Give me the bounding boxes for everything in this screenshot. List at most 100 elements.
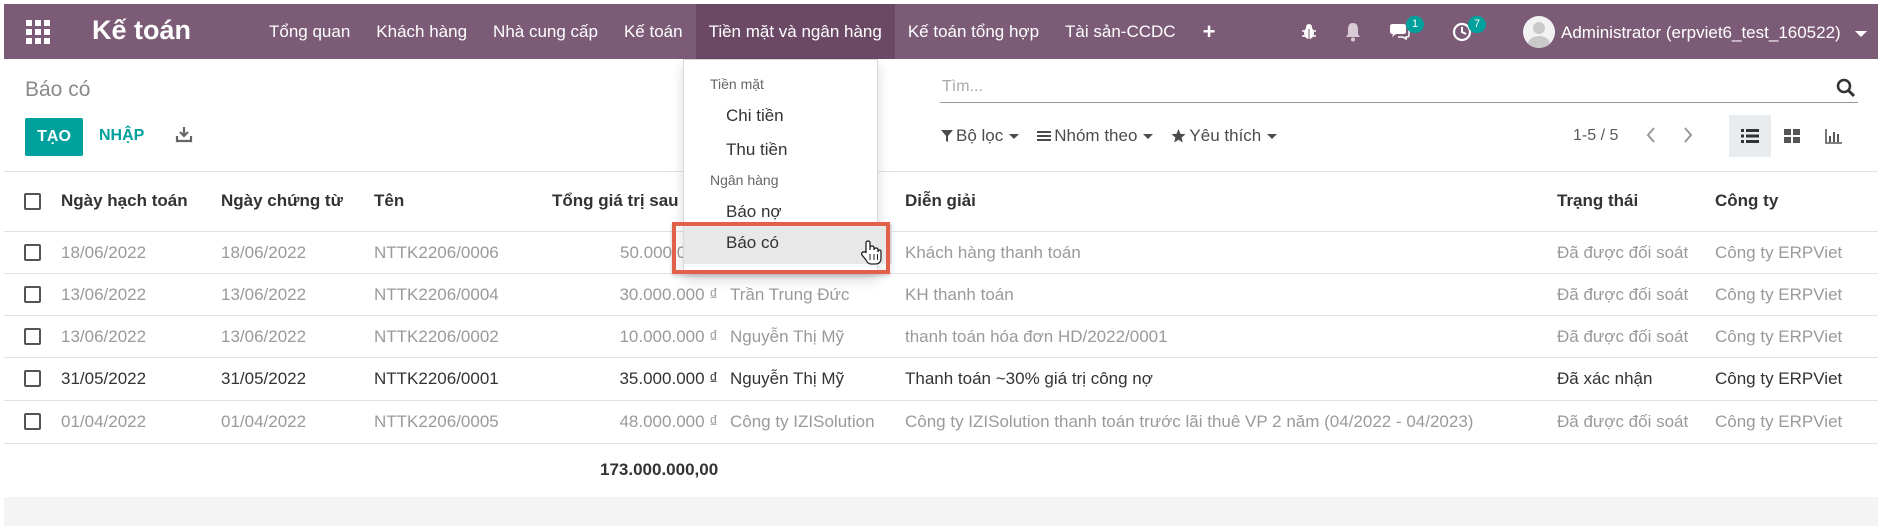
download-icon[interactable]: [175, 125, 193, 148]
cell-name: NTTK2206/0006: [374, 243, 499, 262]
table-total: 173.000.000,00: [600, 460, 719, 479]
cell-accounting-date: 01/04/2022: [61, 412, 147, 431]
search-bar: [940, 73, 1858, 103]
dropdown-section-cash: Tiền mặt: [710, 76, 764, 92]
cell-company: Công ty ERPViet: [1715, 285, 1843, 304]
graph-view-icon[interactable]: [1813, 115, 1855, 157]
menu-item-cash-payment[interactable]: Chi tiền: [726, 106, 784, 126]
menu-general-accounting[interactable]: Kế toán tổng hợp: [895, 4, 1052, 59]
row-checkbox[interactable]: [24, 413, 41, 430]
cell-accounting-date: 18/06/2022: [61, 243, 147, 262]
filter-funnel-icon: [941, 130, 953, 142]
create-button[interactable]: TẠO: [25, 118, 83, 156]
debug-bug-icon[interactable]: [1300, 4, 1318, 59]
top-navbar: Kế toán Tổng quan Khách hàng Nhà cung cấ…: [4, 4, 1878, 59]
select-all-checkbox[interactable]: [24, 193, 41, 210]
user-avatar[interactable]: [1523, 16, 1555, 48]
cell-accounting-date: 31/05/2022: [61, 369, 147, 388]
divider: [4, 443, 1878, 444]
column-header-total[interactable]: Tổng giá trị sau th: [552, 191, 699, 211]
list-bars-icon: [1037, 131, 1052, 141]
cell-name: NTTK2206/0002: [374, 327, 499, 346]
column-header-status[interactable]: Trạng thái: [1557, 191, 1638, 211]
cell-company: Công ty ERPViet: [1715, 243, 1843, 262]
user-menu[interactable]: Administrator (erpviet6_test_160522): [1561, 23, 1868, 43]
cell-document-date: 13/06/2022: [221, 285, 307, 304]
caret-down-icon: [1143, 133, 1154, 139]
column-header-description[interactable]: Diễn giải: [905, 191, 976, 211]
cell-status: Đã được đối soát: [1557, 327, 1689, 346]
cell-name: NTTK2206/0005: [374, 412, 499, 431]
menu-customers[interactable]: Khách hàng: [363, 4, 480, 59]
row-checkbox[interactable]: [24, 286, 41, 303]
filter-dropdown[interactable]: Bộ lọc: [941, 126, 1020, 146]
pager-previous-icon[interactable]: [1645, 126, 1657, 150]
menu-add-button[interactable]: +: [1189, 4, 1230, 59]
hand-pointer-icon: [860, 240, 882, 271]
cell-amount: 35.000.000 ₫: [619, 369, 718, 388]
menu-cash-and-bank[interactable]: Tiền mặt và ngân hàng: [695, 4, 895, 59]
cell-document-date: 13/06/2022: [221, 327, 307, 346]
caret-down-icon: [1267, 133, 1278, 139]
column-header-company[interactable]: Công ty: [1715, 191, 1778, 211]
divider: [4, 400, 1878, 401]
menu-vendors[interactable]: Nhà cung cấp: [480, 4, 611, 59]
cell-description: KH thanh toán: [905, 285, 1014, 304]
menu-item-cash-receipt[interactable]: Thu tiền: [726, 140, 787, 160]
star-icon: [1171, 129, 1186, 143]
cell-status: Đã được đối soát: [1557, 285, 1689, 304]
cell-company: Công ty ERPViet: [1715, 327, 1843, 346]
list-view-icon[interactable]: [1729, 115, 1771, 157]
highlight-annotation: [672, 222, 890, 274]
cell-description: thanh toán hóa đơn HD/2022/0001: [905, 327, 1168, 346]
messages-count-badge: 1: [1406, 16, 1424, 33]
cell-accounting-date: 13/06/2022: [61, 285, 147, 304]
cell-document-date: 18/06/2022: [221, 243, 307, 262]
divider: [4, 171, 1878, 172]
pager-value[interactable]: 1-5 / 5: [1573, 127, 1618, 145]
search-icon[interactable]: [1836, 78, 1856, 98]
row-checkbox[interactable]: [24, 370, 41, 387]
cell-partner: Công ty IZISolution: [730, 412, 875, 431]
row-checkbox[interactable]: [24, 244, 41, 261]
column-header-accounting-date[interactable]: Ngày hạch toán: [61, 191, 188, 211]
messages-icon[interactable]: [1388, 4, 1410, 59]
groupby-dropdown[interactable]: Nhóm theo: [1037, 126, 1154, 146]
kanban-view-icon[interactable]: [1771, 115, 1813, 157]
cell-description: Công ty IZISolution thanh toán trước lãi…: [905, 412, 1474, 431]
divider: [4, 273, 1878, 274]
menu-assets-tools[interactable]: Tài sản-CCDC: [1052, 4, 1189, 59]
divider: [4, 315, 1878, 316]
page-title: Báo có: [25, 78, 91, 101]
main-menu: Tổng quan Khách hàng Nhà cung cấp Kế toá…: [256, 4, 1229, 59]
cell-status: Đã xác nhận: [1557, 369, 1653, 388]
groupby-label: Nhóm theo: [1054, 126, 1138, 145]
import-button[interactable]: NHẬP: [99, 127, 144, 145]
caret-down-icon: [1009, 133, 1020, 139]
column-header-name[interactable]: Tên: [374, 191, 404, 211]
menu-item-debit-note[interactable]: Báo nợ: [726, 202, 782, 222]
apps-grid-icon[interactable]: [26, 20, 50, 44]
cell-description: Khách hàng thanh toán: [905, 243, 1081, 262]
cell-amount: 48.000.000 ₫: [619, 412, 718, 431]
activity-clock-icon[interactable]: [1452, 4, 1472, 59]
user-name-label: Administrator (erpviet6_test_160522): [1561, 23, 1841, 42]
filter-toolbar: Bộ lọc Nhóm theo Yêu thích: [941, 126, 1295, 146]
bell-icon[interactable]: [1344, 4, 1362, 59]
row-checkbox[interactable]: [24, 328, 41, 345]
table-footer: [4, 497, 1878, 526]
search-input[interactable]: [940, 73, 1820, 101]
column-header-document-date[interactable]: Ngày chứng từ: [221, 191, 343, 211]
menu-overview[interactable]: Tổng quan: [256, 4, 363, 59]
cell-partner: Nguyễn Thị Mỹ: [730, 369, 845, 388]
favorites-dropdown[interactable]: Yêu thích: [1171, 126, 1278, 146]
cell-amount: 10.000.000 ₫: [619, 327, 718, 346]
cell-amount: 30.000.000 ₫: [619, 285, 718, 304]
cell-description: Thanh toán ~30% giá trị công nợ: [905, 369, 1153, 388]
pager-next-icon[interactable]: [1682, 126, 1694, 150]
app-brand[interactable]: Kế toán: [92, 15, 191, 46]
menu-accounting[interactable]: Kế toán: [611, 4, 696, 59]
chevron-down-icon: [1855, 30, 1868, 37]
cell-status: Đã được đối soát: [1557, 412, 1689, 431]
cell-partner: Trần Trung Đức: [730, 285, 850, 304]
